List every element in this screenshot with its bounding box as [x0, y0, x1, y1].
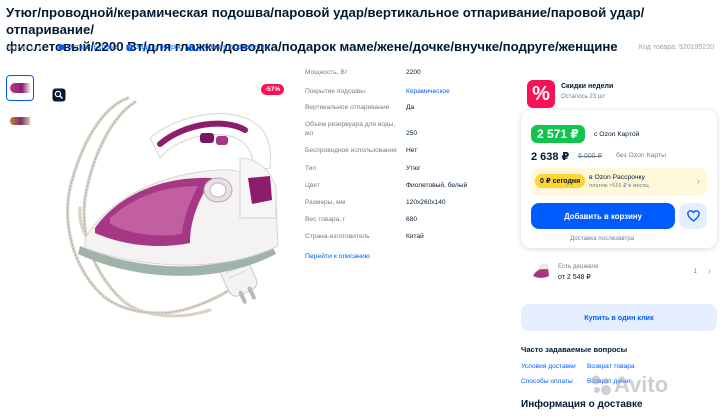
- ask-question-label: Задать вопрос: [135, 44, 183, 51]
- spec-label: Вес товара, г: [305, 216, 346, 223]
- product-title-line-1: Утюг/проводной/керамическая подошва/паро…: [6, 5, 645, 37]
- heart-icon: [686, 210, 700, 222]
- ozon-card-label: с Ozon Картой: [594, 131, 640, 138]
- installment-title: в Ozon Рассрочку: [589, 174, 645, 181]
- thumbnail-iron-box-image: [10, 117, 30, 125]
- ask-question-link[interactable]: ? Задать вопрос: [126, 44, 182, 51]
- spec-value: Утюг: [406, 165, 421, 172]
- product-code: Код товара: 520195220: [638, 44, 714, 51]
- percent-icon: %: [527, 80, 555, 108]
- thumbnail-2[interactable]: [6, 108, 34, 134]
- avito-watermark-text: Avito: [614, 372, 669, 397]
- thumbnail-iron-image: [10, 83, 30, 93]
- spec-label: Страна-изготовитель: [305, 233, 370, 240]
- spec-value: Китай: [406, 233, 424, 240]
- installment-payment: платеж ≈516 ₽ в месяц: [589, 183, 649, 189]
- spec-value: Нет: [406, 147, 418, 154]
- add-to-compare-link[interactable]: Добавить к сравнению: [187, 44, 270, 51]
- spec-value: 250: [406, 130, 418, 137]
- leave-review-label: Оставить отзыв: [67, 44, 119, 51]
- delivery-info-title: Информация о доставке: [521, 399, 643, 410]
- spec-label: Покрытие подошвы: [305, 88, 366, 95]
- product-image-iron[interactable]: [40, 78, 290, 343]
- spec-label: Цвет: [305, 182, 320, 189]
- spec-value: 2200: [406, 69, 421, 76]
- no-card-label: без Ozon Карты: [616, 152, 666, 159]
- price-card: 2 571 ₽ с Ozon Картой 2 638 ₽ 6 000 ₽ бе…: [521, 110, 717, 248]
- ozon-card-price: 2 571 ₽: [531, 125, 585, 143]
- faq-link-payment[interactable]: Способы оплаты: [521, 378, 573, 385]
- cheaper-offer-thumbnail: [533, 264, 549, 278]
- spec-label: Объем резервуара для воды, мл: [305, 121, 396, 137]
- avito-logo-icon: [591, 375, 611, 395]
- product-meta-row: ★★★★★ Оставить отзыв ? Задать вопрос Доб…: [6, 43, 718, 55]
- add-to-compare-label: Добавить к сравнению: [196, 44, 270, 51]
- spec-value-link[interactable]: Керамическое: [406, 87, 450, 96]
- installment-today-pill: 0 ₽ сегодня: [535, 174, 586, 188]
- compare-icon: [187, 44, 194, 51]
- svg-text:?: ?: [128, 46, 131, 51]
- spec-label: Размеры, мм: [305, 199, 346, 206]
- spec-value: Фиолетовый, белый: [406, 182, 468, 189]
- installment-offer[interactable]: 0 ₽ сегодня в Ozon Рассрочку платеж ≈516…: [531, 168, 707, 196]
- avito-watermark: Avito: [590, 372, 668, 398]
- cheaper-count: 1: [693, 268, 697, 275]
- rating-stars: ★★★★★: [6, 43, 45, 52]
- spec-value: Да: [406, 104, 415, 111]
- delivery-date-note: Доставка послезавтра: [570, 235, 635, 242]
- chevron-right-icon: ›: [708, 266, 711, 276]
- spec-label: Тип: [305, 165, 316, 172]
- cheaper-label: Есть дешевле: [558, 263, 599, 270]
- thumbnail-1[interactable]: [6, 75, 34, 101]
- weekly-stock: Осталось 23 шт: [561, 94, 606, 100]
- faq-title: Часто задаваемые вопросы: [521, 345, 628, 354]
- weekly-title: Скидки недели: [561, 83, 614, 90]
- faq-link-return-goods[interactable]: Возврат товара: [587, 363, 635, 370]
- faq-link-delivery[interactable]: Условия доставки: [521, 363, 576, 370]
- spec-value: 680: [406, 216, 418, 223]
- cheaper-offer[interactable]: Есть дешевле от 2 548 ₽ 1 ›: [521, 258, 717, 288]
- regular-price: 2 638 ₽: [531, 151, 570, 163]
- favorite-button[interactable]: [679, 203, 707, 229]
- review-icon: [58, 44, 65, 51]
- add-to-cart-button[interactable]: Добавить в корзину: [531, 203, 675, 229]
- go-to-description-link[interactable]: Перейти к описанию: [305, 253, 370, 260]
- leave-review-link[interactable]: Оставить отзыв: [58, 44, 118, 51]
- cheaper-price: от 2 548 ₽: [558, 274, 591, 281]
- spec-label: Мощность, Вт: [305, 69, 348, 76]
- spec-label: Беспроводное использование: [305, 147, 397, 154]
- spec-label: Вертикальное отпаривание: [305, 104, 390, 111]
- chevron-right-icon: ›: [697, 176, 700, 186]
- old-price: 6 000 ₽: [578, 153, 602, 160]
- question-icon: ?: [126, 44, 133, 51]
- spec-value: 120x260x140: [406, 199, 446, 206]
- buy-one-click-button[interactable]: Купить в один клик: [521, 304, 717, 331]
- weekly-discounts[interactable]: % Скидки недели Осталось 23 шт: [527, 80, 647, 110]
